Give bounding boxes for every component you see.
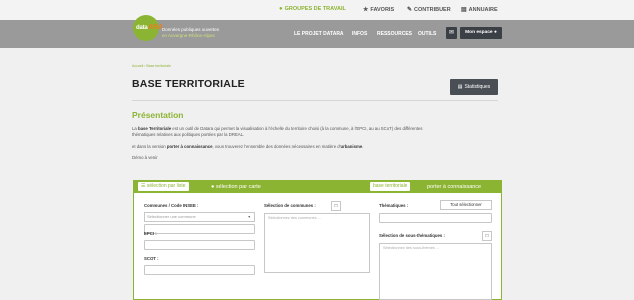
selection-carte-label: sélection par carte [215,184,261,190]
p2-end: . [362,144,364,149]
tagline-line1: Données publiques ouvertes [162,27,220,32]
demo-paragraph: Démo à venir [132,155,158,160]
p2-bold2: urbanisme [340,144,363,149]
globe-icon: ● [211,184,215,190]
base-territoriale-toggle[interactable]: base territoriale [370,182,411,191]
p1-bold: base Territoriale [137,126,172,131]
users-icon: ● [279,6,283,12]
nav-annuaire[interactable]: ▤ ANNUAIRE [461,6,498,14]
nav-favoris-label: FAVORIS [370,6,395,13]
tagline-line2: en Auvergne-Rhône-Alpes [162,32,215,38]
mon-espace-label: Mon espace [465,30,493,35]
caret-down-icon: ▼ [247,215,251,219]
selection-communes-label: Sélection de communes : [264,203,316,208]
book-icon: ▤ [461,7,467,13]
clear-sous-thematiques-button[interactable]: □ [482,231,492,241]
clear-communes-button[interactable]: □ [331,201,341,211]
selection-par-carte-button[interactable]: ● sélection par carte [211,184,261,190]
nav-groupes-label: GROUPES DE TRAVAIL [284,6,346,12]
list-icon: ☰ [141,183,146,189]
p2-start: et dans la version [132,144,167,149]
envelope-icon: ✉ [448,30,455,36]
communes-label: Communes / Code INSEE : [144,203,199,208]
page-title: BASE TERRITORIALE [132,78,245,90]
version-paragraph: et dans la version porter à connaissance… [132,144,432,150]
nav-contribuer-label: CONTRIBUER [414,6,451,13]
star-icon: ★ [363,7,369,13]
nav-annuaire-label: ANNUAIRE [468,6,498,13]
selection-par-liste-button[interactable]: ☰ sélection par liste [138,182,189,191]
bar-chart-icon: ▤ [457,84,463,90]
commune-secondary-field[interactable] [144,224,255,234]
title-divider [132,100,498,101]
site-tagline: Données publiques ouvertes en Auvergne-R… [162,27,219,38]
p2-bold: porter à connaissance [166,144,213,149]
nav-contribuer[interactable]: ✎ CONTRIBUER [407,6,451,14]
trash-icon: □ [485,233,489,239]
selection-liste-label: sélection par liste [146,183,186,189]
logo-prefix: data [136,25,148,31]
trash-icon: □ [334,203,338,209]
sous-thematiques-listbox[interactable]: Sélectionnez des sous-thèmes ... [379,243,492,300]
intro-paragraph: La base Territoriale est un outil de Dat… [132,126,432,138]
statistiques-button[interactable]: ▤ Statistiques [450,79,498,95]
edit-icon: ✎ [407,7,413,13]
breadcrumb: Accueil › Base territoriale [132,64,171,68]
commune-select[interactable]: Sélectionner une commune ▼ [144,212,255,222]
nav-infos[interactable]: INFOS [352,31,367,37]
breadcrumb-current: Base territoriale [146,64,171,68]
commune-select-placeholder: Sélectionner une commune [147,214,196,219]
scot-label: SCOT : [144,256,159,261]
section-title-presentation: Présentation [132,110,184,120]
p1-rest: est un outil de Datara qui permet la vis… [132,126,423,137]
mon-espace-button[interactable]: Mon espace ● [460,27,502,39]
thematiques-field[interactable] [379,213,492,223]
communes-listbox-placeholder: Sélectionnez des communes ... [268,216,321,220]
nav-groupes-de-travail[interactable]: ● GROUPES DE TRAVAIL [279,6,346,12]
tout-selectionner-button[interactable]: Tout sélectionner [440,200,492,210]
user-icon: ● [493,30,497,35]
logo-letters: ARA [148,24,164,31]
porter-a-connaissance-toggle[interactable]: porter à connaissance [427,184,481,190]
sous-thematiques-placeholder: Sélectionnez des sous-thèmes ... [383,246,439,250]
epci-field[interactable] [144,240,255,250]
scot-field[interactable] [144,265,255,275]
nav-le-projet[interactable]: LE PROJET DATARA [294,31,344,37]
statistiques-label: Statistiques [464,84,491,90]
thematiques-label: Thématiques : [379,203,409,208]
breadcrumb-home[interactable]: Accueil [132,64,143,68]
epci-label: EPCI : [144,231,157,236]
nav-outils[interactable]: OUTILS [418,31,436,37]
sous-thematiques-label: Sélection de sous-thématiques : [379,233,445,238]
communes-listbox[interactable]: Sélectionnez des communes ... [264,213,370,273]
nav-favoris[interactable]: ★ FAVORIS [363,6,395,14]
mail-button[interactable]: ✉ [446,27,457,39]
nav-ressources[interactable]: RESSOURCES [377,31,412,37]
p2-rest: , vous trouverez l'ensemble des données … [212,144,341,149]
